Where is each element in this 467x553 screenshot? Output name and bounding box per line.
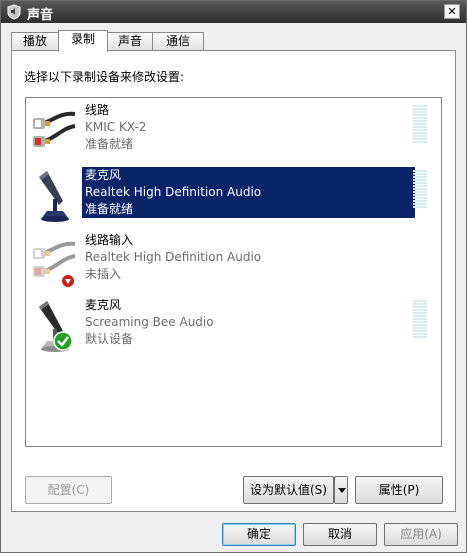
device-driver: Realtek High Definition Audio [85, 250, 262, 264]
speaker-app-icon [7, 4, 21, 20]
device-driver: Screaming Bee Audio [85, 315, 214, 329]
tab-communications[interactable]: 通信 [152, 32, 204, 51]
unplugged-badge-icon [61, 274, 75, 288]
device-text: 线路 KMIC KX-2 准备就绪 [85, 102, 146, 153]
line-cable-icon [33, 111, 76, 147]
set-default-dropdown-button[interactable] [334, 476, 348, 504]
device-name: 线路 [85, 103, 110, 117]
device-driver: KMIC KX-2 [85, 120, 147, 134]
ok-button[interactable]: 确定 [222, 523, 296, 546]
device-status: 准备就绪 [85, 202, 134, 216]
apply-button[interactable]: 应用(A) [384, 523, 458, 546]
device-status: 准备就绪 [85, 137, 134, 151]
device-text: 麦克风 Realtek High Definition Audio 准备就绪 [81, 166, 416, 219]
level-meter [413, 105, 427, 145]
close-icon: ✕ [447, 5, 457, 18]
recording-panel: 选择以下录制设备来修改设置: 线路 KMIC KX-2 准备就绪 麦克风 Rea… [11, 50, 456, 512]
default-checkmark-icon [53, 331, 73, 351]
tab-recording[interactable]: 录制 [58, 30, 108, 52]
device-text: 麦克风 Screaming Bee Audio 默认设备 [85, 297, 214, 348]
configure-button[interactable]: 配置(C) [25, 476, 112, 504]
sound-dialog: 声音 ✕ 播放 录制 声音 通信 选择以下录制设备来修改设置: 线路 KMIC … [0, 0, 467, 553]
recording-device-list[interactable]: 线路 KMIC KX-2 准备就绪 麦克风 Realtek High Defin… [25, 97, 442, 447]
close-button[interactable]: ✕ [444, 4, 460, 19]
level-meter [413, 300, 427, 340]
device-name: 麦克风 [85, 168, 122, 182]
device-driver: Realtek High Definition Audio [85, 185, 262, 199]
device-status: 未插入 [85, 267, 122, 281]
list-item[interactable]: 线路 KMIC KX-2 准备就绪 [26, 100, 441, 164]
list-item[interactable]: 线路输入 Realtek High Definition Audio 未插入 [26, 230, 441, 294]
device-text: 线路输入 Realtek High Definition Audio 未插入 [85, 232, 261, 283]
level-meter [413, 170, 427, 210]
device-status: 默认设备 [85, 332, 134, 346]
microphone-icon [39, 171, 69, 222]
cancel-button[interactable]: 取消 [303, 523, 377, 546]
tab-sounds[interactable]: 声音 [107, 32, 153, 51]
list-item[interactable]: 麦克风 Screaming Bee Audio 默认设备 [26, 295, 441, 359]
set-default-button[interactable]: 设为默认值(S) [243, 476, 334, 504]
list-item[interactable]: 麦克风 Realtek High Definition Audio 准备就绪 [26, 165, 441, 229]
title-bar: 声音 ✕ [1, 1, 466, 23]
window-title: 声音 [27, 8, 54, 23]
device-name: 麦克风 [85, 298, 122, 312]
device-name: 线路输入 [85, 233, 134, 247]
instruction-label: 选择以下录制设备来修改设置: [24, 70, 185, 84]
tab-playback[interactable]: 播放 [11, 32, 59, 51]
properties-button[interactable]: 属性(P) [355, 476, 443, 504]
